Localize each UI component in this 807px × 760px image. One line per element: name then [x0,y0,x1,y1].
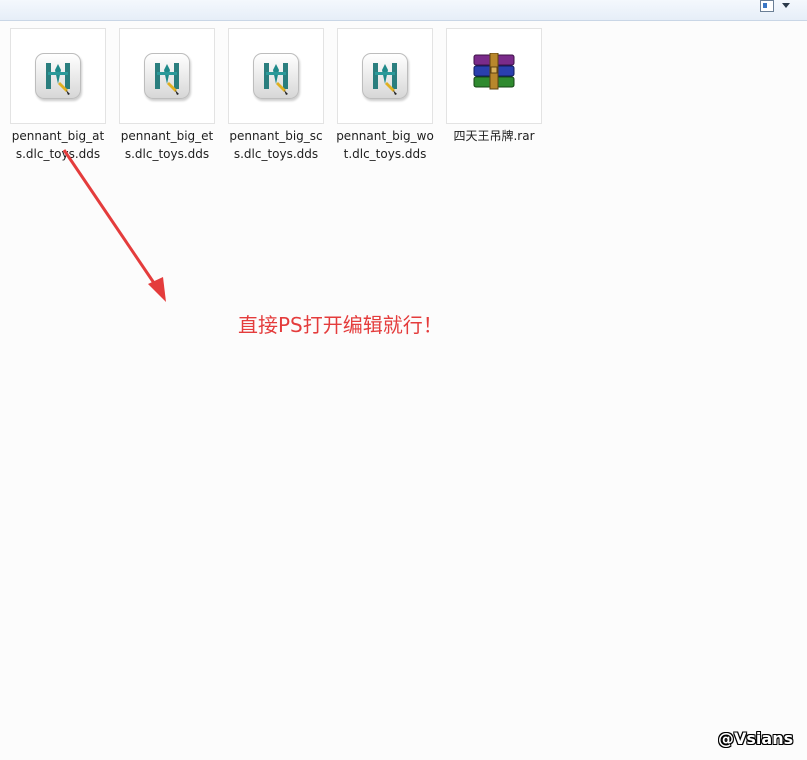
watermark: @Vsians [718,729,794,748]
annotation-text: 直接PS打开编辑就行！ [238,313,443,337]
annotation-arrow [62,149,166,302]
